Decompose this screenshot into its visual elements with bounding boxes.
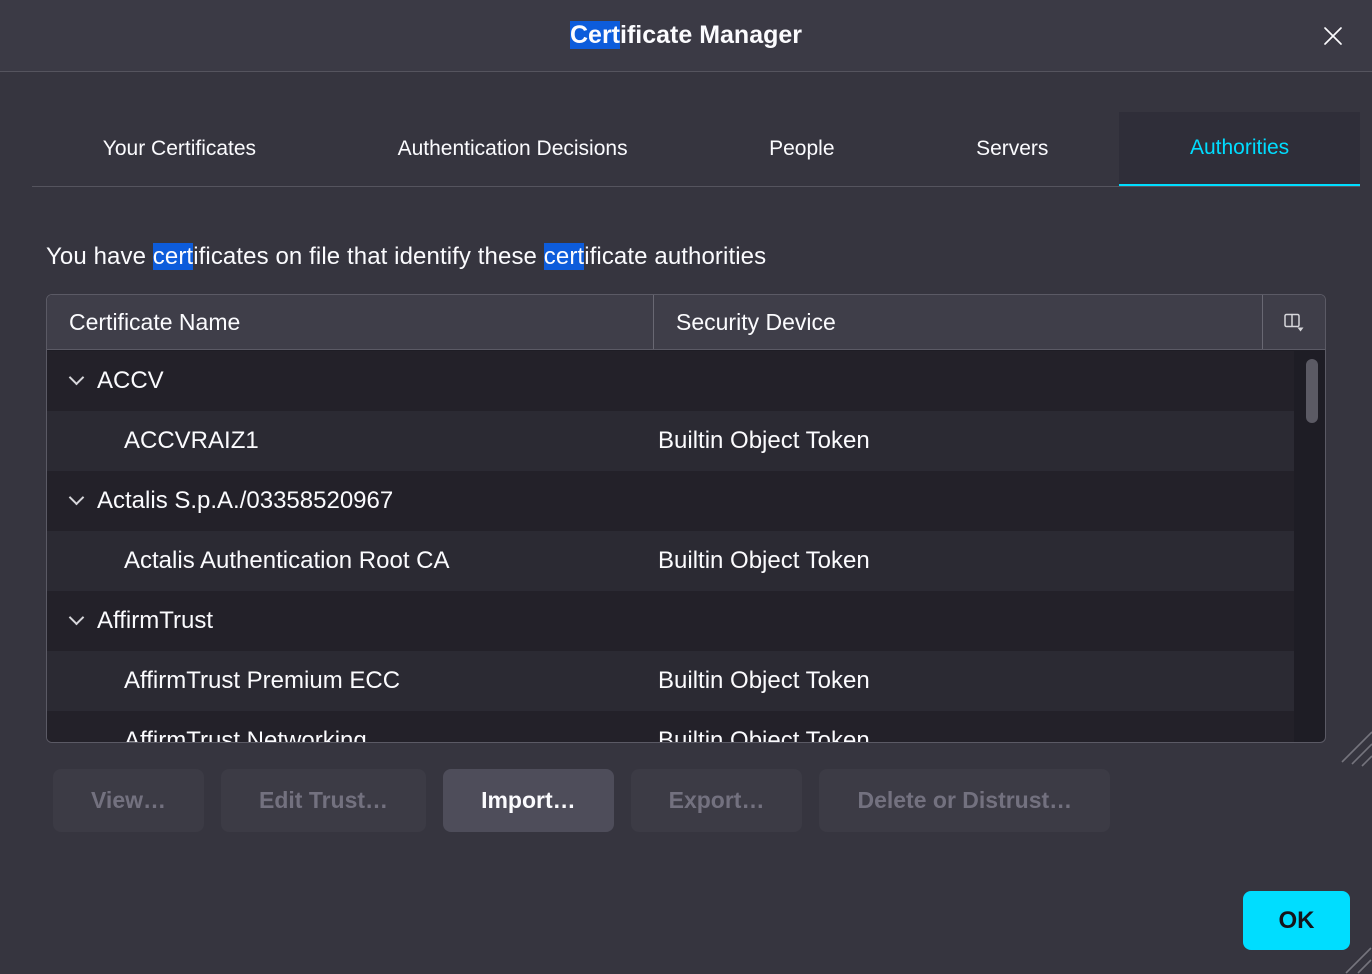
description-part: You have bbox=[46, 243, 153, 270]
chevron-down-icon[interactable] bbox=[69, 490, 85, 506]
certificates-table: Certificate Name Security Device ACCV AC… bbox=[46, 294, 1326, 743]
table-row-group[interactable]: AffirmTrust bbox=[47, 591, 1294, 651]
table-row[interactable]: AffirmTrust Premium ECC Builtin Object T… bbox=[47, 651, 1294, 711]
tab-people[interactable]: People bbox=[698, 112, 905, 186]
description-find-highlight: cert bbox=[153, 243, 193, 270]
title-bar: Certificate Manager bbox=[0, 0, 1372, 72]
group-name: AffirmTrust bbox=[97, 607, 213, 635]
column-header-certificate-name[interactable]: Certificate Name bbox=[47, 295, 654, 349]
column-header-security-device[interactable]: Security Device bbox=[654, 295, 1263, 349]
tab-bar: Your Certificates Authentication Decisio… bbox=[32, 112, 1360, 187]
cell-certificate-name: ACCVRAIZ1 bbox=[47, 427, 654, 455]
table-row[interactable]: ACCVRAIZ1 Builtin Object Token bbox=[47, 411, 1294, 471]
group-name: ACCV bbox=[97, 367, 164, 395]
close-icon bbox=[1321, 24, 1345, 48]
action-button-row: View… Edit Trust… Import… Export… Delete… bbox=[53, 769, 1372, 832]
chevron-down-icon[interactable] bbox=[69, 370, 85, 386]
delete-or-distrust-button[interactable]: Delete or Distrust… bbox=[819, 769, 1110, 832]
edit-trust-button[interactable]: Edit Trust… bbox=[221, 769, 426, 832]
description-text: You have certificates on file that ident… bbox=[46, 243, 1326, 271]
close-button[interactable] bbox=[1312, 15, 1354, 57]
cell-certificate-name: Actalis Authentication Root CA bbox=[47, 547, 654, 575]
tab-authorities[interactable]: Authorities bbox=[1119, 112, 1360, 186]
table-row-group[interactable]: ACCV bbox=[47, 351, 1294, 411]
export-button[interactable]: Export… bbox=[631, 769, 803, 832]
table-body: ACCV ACCVRAIZ1 Builtin Object Token Acta… bbox=[47, 351, 1294, 742]
cell-security-device: Builtin Object Token bbox=[654, 727, 1294, 742]
cell-security-device: Builtin Object Token bbox=[654, 547, 1294, 575]
title-highlighted-text: Cert bbox=[570, 21, 620, 49]
table-row[interactable]: Actalis Authentication Root CA Builtin O… bbox=[47, 531, 1294, 591]
tab-your-certificates[interactable]: Your Certificates bbox=[32, 112, 327, 186]
ok-button[interactable]: OK bbox=[1243, 891, 1350, 950]
resize-grip-icon[interactable] bbox=[1328, 728, 1372, 774]
cell-security-device: Builtin Object Token bbox=[654, 667, 1294, 695]
cell-certificate-name: AffirmTrust Networking bbox=[47, 727, 654, 742]
resize-grip-corner-icon[interactable] bbox=[1338, 946, 1372, 974]
description-part: ificates on file that identify these bbox=[193, 243, 544, 270]
tab-authentication-decisions[interactable]: Authentication Decisions bbox=[327, 112, 699, 186]
tab-servers[interactable]: Servers bbox=[905, 112, 1119, 186]
table-row-group[interactable]: Actalis S.p.A./03358520967 bbox=[47, 471, 1294, 531]
description-part: ificate authorities bbox=[584, 243, 766, 270]
description-find-highlight: cert bbox=[544, 243, 584, 270]
scrollbar-thumb[interactable] bbox=[1306, 359, 1318, 423]
page-title: Certificate Manager bbox=[570, 21, 802, 50]
cell-certificate-name: AffirmTrust Premium ECC bbox=[47, 667, 654, 695]
table-row[interactable]: AffirmTrust Networking Builtin Object To… bbox=[47, 711, 1294, 742]
column-picker-button[interactable] bbox=[1263, 295, 1325, 349]
view-button[interactable]: View… bbox=[53, 769, 204, 832]
title-rest-text: ificate Manager bbox=[620, 21, 802, 49]
table-header: Certificate Name Security Device bbox=[47, 295, 1325, 350]
import-button[interactable]: Import… bbox=[443, 769, 614, 832]
group-name: Actalis S.p.A./03358520967 bbox=[97, 487, 393, 515]
certificate-manager-dialog: { "window": { "title_highlight": "Cert",… bbox=[0, 0, 1372, 974]
chevron-down-icon[interactable] bbox=[69, 610, 85, 626]
column-picker-icon bbox=[1284, 313, 1305, 332]
cell-security-device: Builtin Object Token bbox=[654, 427, 1294, 455]
